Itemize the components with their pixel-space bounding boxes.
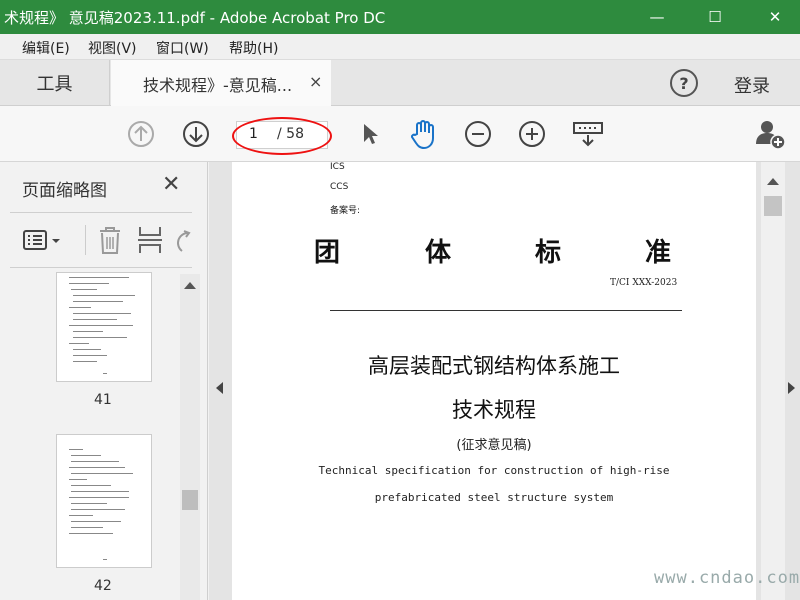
document-scrollbar[interactable] xyxy=(761,162,785,600)
panel-scrollbar[interactable] xyxy=(180,274,200,600)
zoom-out-icon[interactable] xyxy=(464,120,492,148)
thumbnail-page-number: 42 xyxy=(94,578,112,594)
doc-record-number: 备案号: xyxy=(330,206,361,216)
doc-subtitle: (征求意见稿) xyxy=(456,438,532,453)
menu-help[interactable]: 帮助(H) xyxy=(229,38,278,58)
doc-ccs: CCS xyxy=(330,182,349,192)
zoom-in-icon[interactable] xyxy=(518,120,546,148)
scroll-up-arrow-icon[interactable] xyxy=(184,282,196,289)
maximize-button[interactable]: ☐ xyxy=(692,0,738,34)
thumbnail-page[interactable] xyxy=(56,434,152,568)
split-pages-icon[interactable] xyxy=(136,225,164,255)
thumbnail-options-icon[interactable] xyxy=(22,227,66,255)
window-title: 术规程》 意见稿2023.11.pdf - Adobe Acrobat Pro … xyxy=(4,9,386,27)
select-tool-icon[interactable] xyxy=(356,120,384,148)
doc-standard-code: T/CI XXX-2023 xyxy=(610,278,678,288)
doc-big-title-char: 标 xyxy=(535,238,562,268)
menu-edit[interactable]: 编辑(E) xyxy=(22,38,70,58)
doc-english-title-line1: Technical specification for construction… xyxy=(318,464,670,477)
prev-page-icon[interactable] xyxy=(127,120,155,148)
panel-close-button[interactable]: ✕ xyxy=(162,172,180,197)
hand-tool-icon[interactable] xyxy=(408,118,438,150)
panel-title: 页面缩略图 xyxy=(22,181,107,201)
menu-window[interactable]: 窗口(W) xyxy=(156,38,209,58)
title-bar: 术规程》 意见稿2023.11.pdf - Adobe Acrobat Pro … xyxy=(0,0,800,34)
menu-bar: 编辑(E) 视图(V) 窗口(W) 帮助(H) xyxy=(0,34,800,60)
doc-english-title-line2: prefabricated steel structure system xyxy=(374,491,614,504)
tab-close-button[interactable]: × xyxy=(309,72,322,91)
thumbnail-page-number: 41 xyxy=(94,392,112,408)
scroll-up-arrow-icon[interactable] xyxy=(767,178,779,185)
tab-document[interactable]: 技术规程》-意见稿... × xyxy=(111,60,331,106)
thumbnail-page[interactable] xyxy=(56,272,152,382)
thumbnail-panel: 页面缩略图 ✕ 41 42 xyxy=(0,162,208,600)
next-page-icon[interactable] xyxy=(182,120,210,148)
collapse-left-arrow-icon[interactable] xyxy=(216,382,223,394)
watermark: www.cndao.com xyxy=(654,568,800,588)
doc-ics: ICS xyxy=(330,162,345,172)
add-user-icon[interactable] xyxy=(754,118,786,150)
trash-icon[interactable] xyxy=(96,225,124,255)
doc-title-line2: 技术规程 xyxy=(452,398,536,422)
collapse-right-arrow-icon[interactable] xyxy=(788,382,795,394)
doc-big-title-char: 体 xyxy=(425,238,452,268)
panel-toolbar xyxy=(10,212,192,268)
menu-view[interactable]: 视图(V) xyxy=(88,38,137,58)
login-button[interactable]: 登录 xyxy=(734,72,770,98)
panel-scroll-thumb[interactable] xyxy=(182,490,198,510)
tab-document-label: 技术规程》-意见稿... xyxy=(143,76,293,95)
document-scroll-thumb[interactable] xyxy=(764,196,782,216)
tab-tools[interactable]: 工具 xyxy=(0,60,110,106)
highlight-annotation xyxy=(232,117,332,155)
minimize-button[interactable]: — xyxy=(634,0,680,34)
doc-big-title-char: 准 xyxy=(645,238,672,268)
close-window-button[interactable]: ✕ xyxy=(752,0,798,34)
tab-bar: 工具 技术规程》-意见稿... × ? 登录 xyxy=(0,60,800,106)
keyboard-scroll-icon[interactable] xyxy=(572,120,604,148)
toolbar: 1 / 58 xyxy=(0,106,800,162)
doc-divider xyxy=(330,310,682,311)
rotate-icon[interactable] xyxy=(174,227,192,255)
help-button[interactable]: ? xyxy=(670,69,698,97)
pdf-page: ICS CCS 备案号: 团 体 标 准 T/CI XXX-2023 高层装配式… xyxy=(232,162,756,600)
doc-big-title-char: 团 xyxy=(314,238,341,268)
doc-title-line1: 高层装配式钢结构体系施工 xyxy=(368,354,620,378)
panel-toolbar-divider xyxy=(85,225,86,255)
